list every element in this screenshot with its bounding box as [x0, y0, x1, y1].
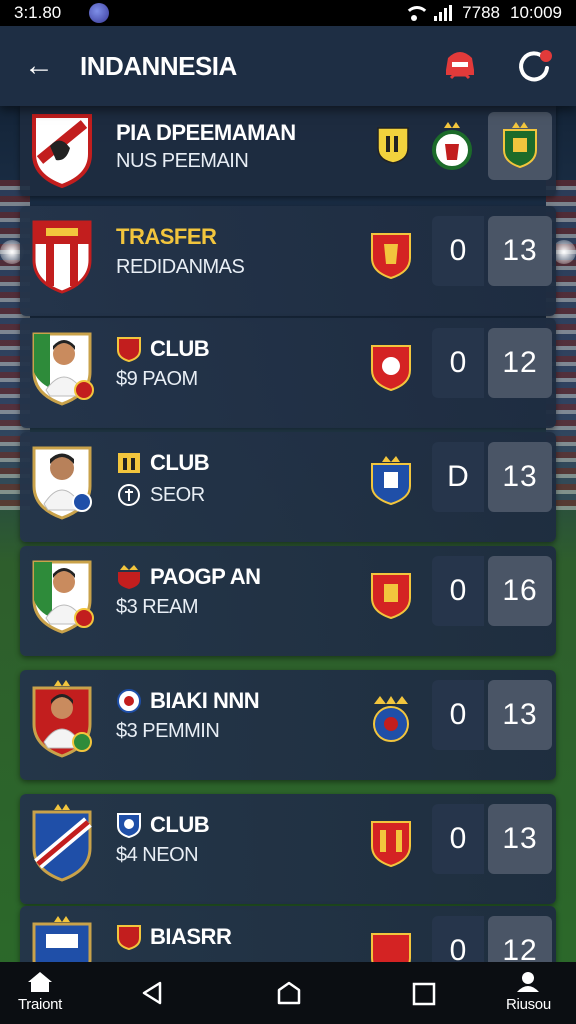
bottom-navigation-bar: Traiont Riusou: [0, 962, 576, 1024]
score-left: 0: [432, 680, 484, 750]
club-badge-icon: [371, 573, 411, 620]
club-badge-icon: [371, 456, 411, 506]
score-left: 0: [432, 216, 484, 286]
list-item[interactable]: CLUB $9 PAOM 0 12: [20, 318, 556, 428]
status-clock: 10:009: [510, 3, 562, 22]
club-mini-icon: [118, 565, 140, 589]
score-right: 13: [488, 442, 552, 512]
item-subtitle: NUS PEEMAIN: [116, 150, 249, 172]
item-title: PAOGP AN: [150, 564, 261, 589]
club-crest-icon: [32, 114, 92, 188]
nav-profile[interactable]: Riusou: [506, 970, 551, 1013]
club-crest-icon: [32, 220, 92, 294]
club-mini-icon: [118, 453, 140, 473]
green-crest-icon: [503, 122, 537, 168]
list-item[interactable]: TRASFER REDIDANMAS 0 13: [20, 206, 556, 316]
app-notification-icon: [89, 3, 110, 23]
item-title: BIAKI NNN: [150, 688, 260, 713]
score-left: 0: [432, 556, 484, 626]
player-avatar: [32, 680, 92, 758]
player-avatar: [32, 332, 94, 406]
score-right: 13: [488, 804, 552, 874]
item-subtitle: REDIDANMAS: [116, 256, 245, 278]
item-title: CLUB: [150, 450, 210, 475]
battery-text: 7788: [462, 3, 500, 22]
home-circle-icon[interactable]: [276, 980, 302, 1006]
score-right: 13: [488, 216, 552, 286]
item-subtitle: $4 NEON: [116, 844, 199, 866]
club-badge-icon: [373, 696, 409, 742]
score-right: 12: [488, 328, 552, 398]
score-box: [488, 112, 552, 180]
club-badge-icon: [371, 345, 411, 392]
wifi-icon: [404, 6, 431, 21]
item-subtitle: $3 REAM: [116, 596, 199, 618]
item-title: CLUB: [150, 336, 210, 361]
signal-icon: [434, 5, 453, 21]
score-right: 13: [488, 680, 552, 750]
notification-dot: [540, 50, 552, 62]
item-title: TRASFER: [116, 224, 217, 249]
club-mini-icon: [117, 925, 141, 950]
score-left: D: [432, 442, 484, 512]
club-mini-icon: [117, 689, 141, 713]
crown-crest-icon: [432, 122, 472, 170]
list-item[interactable]: BIAKI NNN $3 PEMMIN 0 13: [20, 670, 556, 780]
item-title: BIASRR: [150, 924, 232, 949]
club-mini-icon: [117, 337, 141, 362]
item-title: CLUB: [150, 812, 210, 837]
player-avatar: [32, 446, 92, 520]
score-left: 0: [432, 328, 484, 398]
score-left: 0: [432, 804, 484, 874]
item-subtitle: $9 PAOM: [116, 368, 198, 390]
score-right: 16: [488, 556, 552, 626]
club-mini-icon: [117, 813, 141, 838]
club-crest-icon: [32, 804, 92, 882]
list-item[interactable]: CLUB SEOR D 13: [20, 432, 556, 542]
app-header: ← INDANNESIA: [0, 26, 576, 106]
recents-square-icon[interactable]: [412, 982, 436, 1006]
item-subtitle: $3 PEMMIN: [116, 720, 220, 742]
player-avatar: [32, 560, 94, 634]
nav-profile-label: Riusou: [506, 996, 551, 1013]
nav-home-label: Traiont: [18, 996, 63, 1013]
bell-alert-icon[interactable]: [440, 48, 480, 84]
list-item[interactable]: PAOGP AN $3 REAM 0 16: [20, 546, 556, 656]
back-arrow-icon[interactable]: ←: [24, 51, 54, 81]
item-title: PIA DPEEMAMAN: [116, 120, 296, 145]
profile-icon: [517, 972, 540, 992]
list-item[interactable]: PIA DPEEMAMAN NUS PEEMAIN: [20, 106, 556, 196]
coin-icon: [118, 484, 140, 506]
page-title: INDANNESIA: [80, 50, 237, 81]
club-badge-icon: [371, 233, 411, 280]
list-item[interactable]: CLUB $4 NEON 0 13: [20, 794, 556, 904]
refresh-icon[interactable]: [516, 48, 552, 84]
item-subtitle: SEOR: [150, 483, 205, 506]
club-badge-icon: [371, 821, 411, 868]
status-time: 3:1.80: [14, 3, 62, 22]
yellow-shield-icon: [377, 127, 409, 164]
back-triangle-icon[interactable]: [140, 980, 164, 1006]
nav-home[interactable]: Traiont: [18, 970, 62, 1013]
home-icon: [28, 972, 53, 992]
status-bar: 3:1.80 7788 10:009: [0, 0, 576, 26]
